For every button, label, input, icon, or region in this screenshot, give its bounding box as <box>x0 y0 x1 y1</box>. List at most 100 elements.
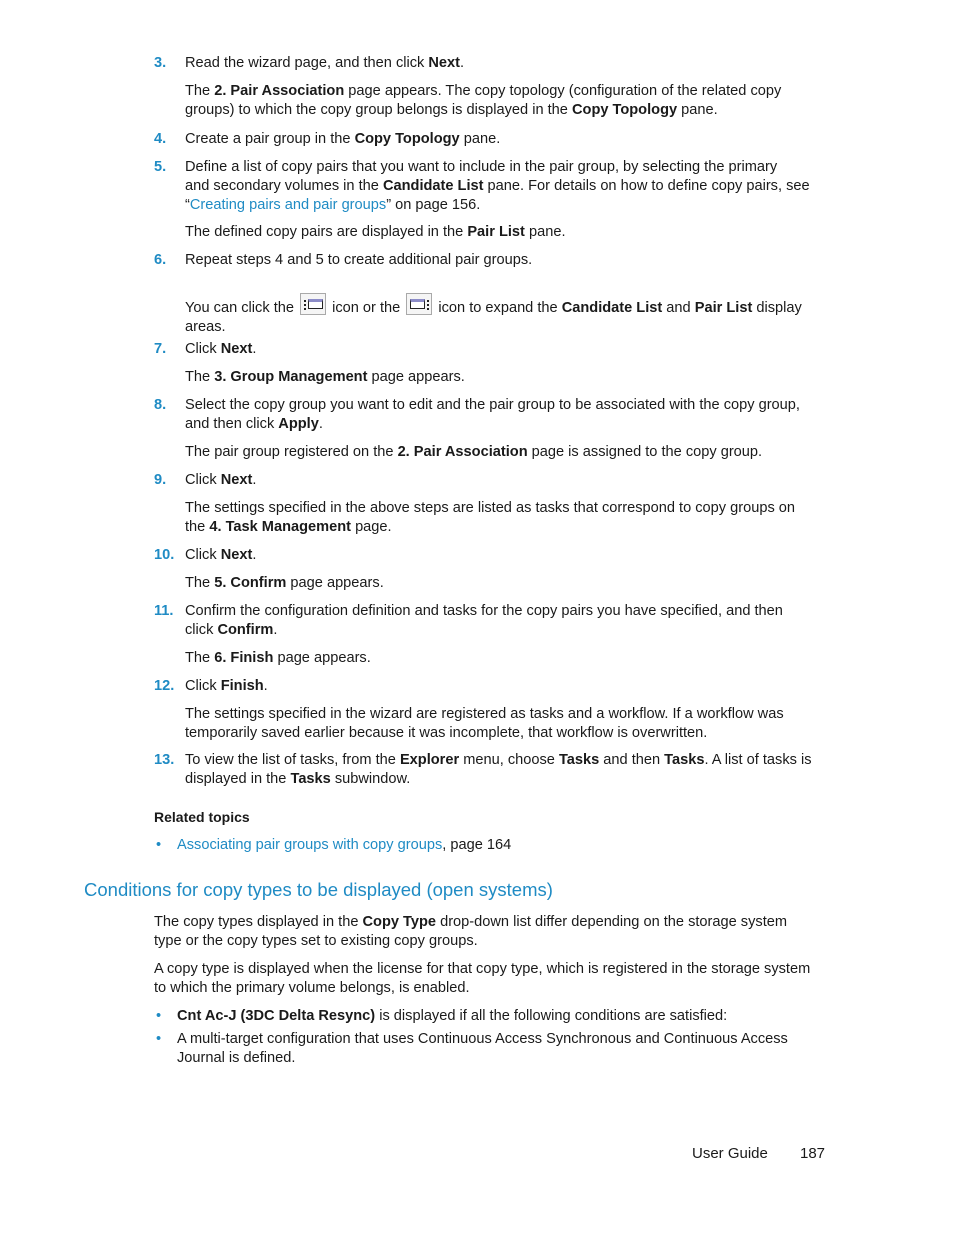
step-12-result: The settings specified in the wizard are… <box>185 705 833 743</box>
para-text: drop-down list differ depending on the s… <box>436 914 788 930</box>
related-topics-heading: Related topics <box>154 809 250 825</box>
para-text: is displayed if all the following condit… <box>375 1008 728 1024</box>
step-text: . <box>318 416 323 432</box>
step-text: and then <box>599 752 665 768</box>
para-text: the <box>185 519 210 535</box>
ui-term: Copy Type <box>362 914 437 930</box>
step-body: Confirm the configuration definition and… <box>185 602 830 640</box>
para-text: The settings specified in the above step… <box>185 500 796 516</box>
pane-glyph <box>410 299 426 309</box>
ui-term: 5. Confirm <box>214 575 287 591</box>
step-text: Create a pair group in the <box>185 131 355 147</box>
step-text: and secondary volumes in the <box>185 178 383 194</box>
step-text: Click <box>185 547 221 563</box>
para-text: The defined copy pairs are displayed in … <box>185 224 468 240</box>
expand-candidate-list-icon <box>300 293 327 315</box>
ui-term: 4. Task Management <box>209 519 352 535</box>
pane-glyph <box>308 299 324 309</box>
para-text: A multi-target configuration that uses C… <box>177 1031 788 1047</box>
para-text: The settings specified in the wizard are… <box>185 706 784 722</box>
step-text: Confirm the configuration definition and… <box>185 603 783 619</box>
step-text: menu, choose <box>459 752 559 768</box>
ui-term: Copy Topology <box>571 102 678 118</box>
para-text: The copy types displayed in the <box>154 914 363 930</box>
step-text: Repeat steps 4 and 5 to create additiona… <box>185 252 533 268</box>
step-9-result: The settings specified in the above step… <box>185 499 833 537</box>
para-text: You can click the <box>185 300 299 316</box>
step-10-result: The 5. Confirm page appears. <box>185 574 833 593</box>
step-number: 13. <box>154 752 175 768</box>
para-text: pane. <box>524 224 566 240</box>
ui-term: 6. Finish <box>214 650 274 666</box>
page-ref: , page 164 <box>442 837 512 853</box>
para-text: A copy type is displayed when the licens… <box>154 961 811 977</box>
para-text: The <box>185 575 215 591</box>
ui-term: Candidate List <box>561 300 663 316</box>
step-body: Select the copy group you want to edit a… <box>185 396 830 434</box>
step-text: click <box>185 622 218 638</box>
para-text: areas. <box>185 319 226 335</box>
ui-term: Tasks <box>290 771 331 787</box>
step-number: 7. <box>154 341 167 357</box>
step-number: 5. <box>154 159 167 175</box>
step-text: displayed in the <box>185 771 291 787</box>
step-number: 9. <box>154 472 167 488</box>
step-text: . <box>273 622 278 638</box>
condition-item-1: Cnt Ac-J (3DC Delta Resync) is displayed… <box>177 1007 827 1026</box>
step-number: 11. <box>154 603 174 619</box>
para-text: type or the copy types set to existing c… <box>154 933 478 949</box>
para-text: and <box>662 300 695 316</box>
ui-term: Pair List <box>694 300 753 316</box>
ui-term: Copy Topology <box>354 131 460 147</box>
bullet: • <box>156 837 162 853</box>
section-heading: Conditions for copy types to be displaye… <box>84 879 553 900</box>
para-text: icon to expand the <box>434 300 562 316</box>
step-body: Click Next. <box>185 471 830 490</box>
footer-label: User Guide <box>692 1145 768 1162</box>
ui-term: Apply <box>278 416 319 432</box>
para-text: The <box>185 83 215 99</box>
step-text: ” on page 156. <box>386 197 481 213</box>
ui-term: Confirm <box>217 622 274 638</box>
para-text: Journal is defined. <box>177 1050 296 1066</box>
step-body: Click Finish. <box>185 677 830 696</box>
ui-term: Candidate List <box>382 178 484 194</box>
step-text: . <box>252 472 257 488</box>
ui-term: 2. Pair Association <box>214 83 345 99</box>
para-text: to which the primary volume belongs, is … <box>154 980 470 996</box>
step-number: 12. <box>154 678 175 694</box>
step-text: Click <box>185 472 221 488</box>
bullet: • <box>156 1031 162 1047</box>
step-text: . <box>252 547 257 563</box>
step-3-result: The 2. Pair Association page appears. Th… <box>185 82 833 120</box>
step-body: To view the list of tasks, from the Expl… <box>185 751 830 789</box>
ui-term: Tasks <box>558 752 600 768</box>
step-body: Click Next. <box>185 546 830 565</box>
step-text: pane. <box>459 131 501 147</box>
para-text: page appears. <box>273 650 371 666</box>
ui-term: Next <box>428 55 461 71</box>
step-text: Select the copy group you want to edit a… <box>185 397 800 413</box>
para-text: page. <box>351 519 392 535</box>
para-text: The <box>185 369 215 385</box>
condition-item-2: A multi-target configuration that uses C… <box>177 1030 827 1068</box>
para-text: icon or the <box>328 300 405 316</box>
step-text: Click <box>185 678 221 694</box>
para-text: The <box>185 650 215 666</box>
bullet: • <box>156 1008 162 1024</box>
section-para-1: The copy types displayed in the Copy Typ… <box>154 913 834 951</box>
para-text: groups) to which the copy group belongs … <box>185 102 572 118</box>
associating-pair-groups-link[interactable]: Associating pair groups with copy groups <box>177 837 442 853</box>
step-8-result: The pair group registered on the 2. Pair… <box>185 443 833 462</box>
ui-term: Cnt Ac-J (3DC Delta Resync) <box>177 1008 376 1024</box>
step-text: . <box>460 55 465 71</box>
ui-term: Next <box>220 341 253 357</box>
step-6-note: You can click the icon or the icon to ex… <box>185 293 833 337</box>
para-text: pane. <box>677 102 718 118</box>
step-text: Read the wizard page, and then click <box>185 55 429 71</box>
creating-pairs-link[interactable]: Creating pairs and pair groups <box>190 197 386 213</box>
ui-term: 3. Group Management <box>214 369 368 385</box>
step-text: Define a list of copy pairs that you wan… <box>185 159 778 175</box>
page-number: 187 <box>800 1145 826 1162</box>
step-text: . <box>252 341 257 357</box>
